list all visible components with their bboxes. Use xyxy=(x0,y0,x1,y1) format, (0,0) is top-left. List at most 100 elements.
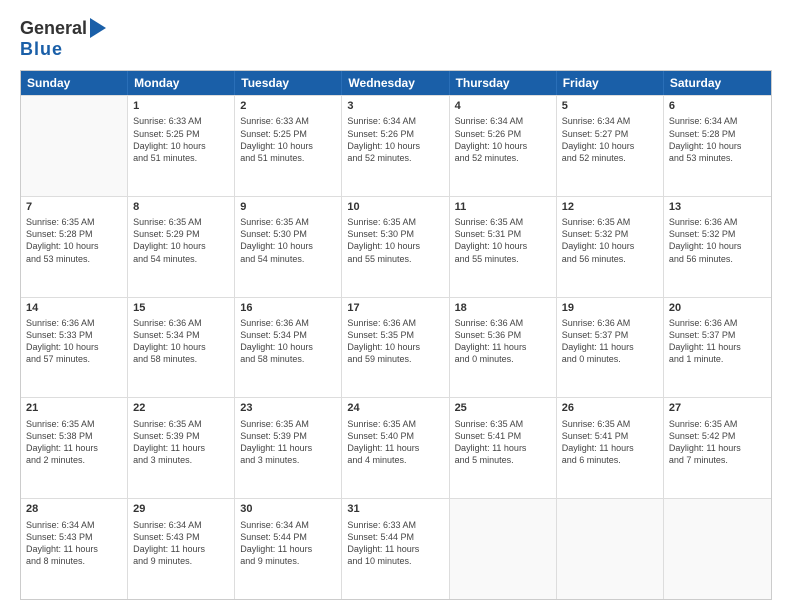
day-cell-22: 22Sunrise: 6:35 AMSunset: 5:39 PMDayligh… xyxy=(128,398,235,498)
day-info: Sunrise: 6:35 AMSunset: 5:28 PMDaylight:… xyxy=(26,216,122,265)
weekday-header-saturday: Saturday xyxy=(664,71,771,95)
day-cell-18: 18Sunrise: 6:36 AMSunset: 5:36 PMDayligh… xyxy=(450,298,557,398)
day-info: Sunrise: 6:35 AMSunset: 5:41 PMDaylight:… xyxy=(455,418,551,467)
weekday-header-wednesday: Wednesday xyxy=(342,71,449,95)
day-cell-10: 10Sunrise: 6:35 AMSunset: 5:30 PMDayligh… xyxy=(342,197,449,297)
day-number: 19 xyxy=(562,301,658,316)
day-cell-29: 29 Sunrise: 6:34 AMSunset: 5:43 PMDayligh… xyxy=(128,499,235,599)
day-cell-19: 19Sunrise: 6:36 AMSunset: 5:37 PMDayligh… xyxy=(557,298,664,398)
day-number: 25 xyxy=(455,401,551,416)
header: General Blue xyxy=(20,18,772,60)
day-number: 8 xyxy=(133,200,229,215)
calendar-row-4: 21 Sunrise: 6:35 AMSunset: 5:38 PMDayligh… xyxy=(21,397,771,498)
day-info: Sunrise: 6:34 AMSunset: 5:43 PMDaylight:… xyxy=(133,519,229,568)
day-info: Sunrise: 6:35 AMSunset: 5:32 PMDaylight:… xyxy=(562,216,658,265)
day-info: Sunrise: 6:36 AMSunset: 5:36 PMDaylight:… xyxy=(455,317,551,366)
day-number: 9 xyxy=(240,200,336,215)
empty-cell xyxy=(450,499,557,599)
day-number: 30 xyxy=(240,502,336,517)
day-number: 18 xyxy=(455,301,551,316)
day-number: 14 xyxy=(26,301,122,316)
day-info: Sunrise: 6:36 AMSunset: 5:32 PMDaylight:… xyxy=(669,216,766,265)
day-number: 31 xyxy=(347,502,443,517)
day-cell-26: 26 Sunrise: 6:35 AMSunset: 5:41 PMDayligh… xyxy=(557,398,664,498)
day-cell-11: 11Sunrise: 6:35 AMSunset: 5:31 PMDayligh… xyxy=(450,197,557,297)
day-info: Sunrise: 6:34 AMSunset: 5:26 PMDaylight:… xyxy=(455,115,551,164)
calendar: SundayMondayTuesdayWednesdayThursdayFrid… xyxy=(20,70,772,600)
day-number: 24 xyxy=(347,401,443,416)
day-info: Sunrise: 6:35 AMSunset: 5:41 PMDaylight:… xyxy=(562,418,658,467)
day-cell-13: 13Sunrise: 6:36 AMSunset: 5:32 PMDayligh… xyxy=(664,197,771,297)
day-info: Sunrise: 6:35 AMSunset: 5:39 PMDaylight:… xyxy=(133,418,229,467)
day-info: Sunrise: 6:35 AMSunset: 5:39 PMDaylight:… xyxy=(240,418,336,467)
empty-cell xyxy=(21,96,128,196)
day-cell-6: 6Sunrise: 6:34 AMSunset: 5:28 PMDaylight… xyxy=(664,96,771,196)
calendar-header: SundayMondayTuesdayWednesdayThursdayFrid… xyxy=(21,71,771,95)
day-info: Sunrise: 6:33 AMSunset: 5:25 PMDaylight:… xyxy=(240,115,336,164)
day-cell-7: 7Sunrise: 6:35 AMSunset: 5:28 PMDaylight… xyxy=(21,197,128,297)
day-cell-20: 20Sunrise: 6:36 AMSunset: 5:37 PMDayligh… xyxy=(664,298,771,398)
day-number: 15 xyxy=(133,301,229,316)
day-info: Sunrise: 6:35 AMSunset: 5:38 PMDaylight:… xyxy=(26,418,122,467)
weekday-header-friday: Friday xyxy=(557,71,664,95)
day-number: 6 xyxy=(669,99,766,114)
day-info: Sunrise: 6:35 AMSunset: 5:29 PMDaylight:… xyxy=(133,216,229,265)
day-number: 5 xyxy=(562,99,658,114)
day-cell-30: 30 Sunrise: 6:34 AMSunset: 5:44 PMDayligh… xyxy=(235,499,342,599)
day-cell-25: 25 Sunrise: 6:35 AMSunset: 5:41 PMDayligh… xyxy=(450,398,557,498)
day-number: 21 xyxy=(26,401,122,416)
day-number: 28 xyxy=(26,502,122,517)
day-cell-23: 23 Sunrise: 6:35 AMSunset: 5:39 PMDayligh… xyxy=(235,398,342,498)
weekday-header-sunday: Sunday xyxy=(21,71,128,95)
day-info: Sunrise: 6:34 AMSunset: 5:26 PMDaylight:… xyxy=(347,115,443,164)
day-cell-12: 12Sunrise: 6:35 AMSunset: 5:32 PMDayligh… xyxy=(557,197,664,297)
day-info: Sunrise: 6:34 AMSunset: 5:43 PMDaylight:… xyxy=(26,519,122,568)
day-cell-5: 5Sunrise: 6:34 AMSunset: 5:27 PMDaylight… xyxy=(557,96,664,196)
day-cell-31: 31 Sunrise: 6:33 AMSunset: 5:44 PMDayligh… xyxy=(342,499,449,599)
day-cell-24: 24 Sunrise: 6:35 AMSunset: 5:40 PMDayligh… xyxy=(342,398,449,498)
weekday-header-monday: Monday xyxy=(128,71,235,95)
day-number: 20 xyxy=(669,301,766,316)
day-number: 1 xyxy=(133,99,229,114)
day-number: 26 xyxy=(562,401,658,416)
day-number: 4 xyxy=(455,99,551,114)
day-info: Sunrise: 6:36 AMSunset: 5:35 PMDaylight:… xyxy=(347,317,443,366)
day-number: 29 xyxy=(133,502,229,517)
day-cell-27: 27 Sunrise: 6:35 AMSunset: 5:42 PMDayligh… xyxy=(664,398,771,498)
day-number: 3 xyxy=(347,99,443,114)
day-cell-9: 9Sunrise: 6:35 AMSunset: 5:30 PMDaylight… xyxy=(235,197,342,297)
day-number: 10 xyxy=(347,200,443,215)
day-cell-21: 21 Sunrise: 6:35 AMSunset: 5:38 PMDayligh… xyxy=(21,398,128,498)
day-number: 23 xyxy=(240,401,336,416)
weekday-header-thursday: Thursday xyxy=(450,71,557,95)
day-number: 27 xyxy=(669,401,766,416)
day-info: Sunrise: 6:34 AMSunset: 5:27 PMDaylight:… xyxy=(562,115,658,164)
day-info: Sunrise: 6:35 AMSunset: 5:30 PMDaylight:… xyxy=(347,216,443,265)
day-cell-14: 14Sunrise: 6:36 AMSunset: 5:33 PMDayligh… xyxy=(21,298,128,398)
day-cell-17: 17Sunrise: 6:36 AMSunset: 5:35 PMDayligh… xyxy=(342,298,449,398)
day-cell-15: 15Sunrise: 6:36 AMSunset: 5:34 PMDayligh… xyxy=(128,298,235,398)
day-cell-16: 16Sunrise: 6:36 AMSunset: 5:34 PMDayligh… xyxy=(235,298,342,398)
calendar-row-2: 7Sunrise: 6:35 AMSunset: 5:28 PMDaylight… xyxy=(21,196,771,297)
day-number: 17 xyxy=(347,301,443,316)
calendar-row-3: 14Sunrise: 6:36 AMSunset: 5:33 PMDayligh… xyxy=(21,297,771,398)
day-info: Sunrise: 6:35 AMSunset: 5:40 PMDaylight:… xyxy=(347,418,443,467)
day-info: Sunrise: 6:33 AMSunset: 5:44 PMDaylight:… xyxy=(347,519,443,568)
day-cell-28: 28 Sunrise: 6:34 AMSunset: 5:43 PMDayligh… xyxy=(21,499,128,599)
logo-general: General xyxy=(20,18,87,39)
day-number: 13 xyxy=(669,200,766,215)
day-info: Sunrise: 6:35 AMSunset: 5:42 PMDaylight:… xyxy=(669,418,766,467)
day-info: Sunrise: 6:35 AMSunset: 5:30 PMDaylight:… xyxy=(240,216,336,265)
day-info: Sunrise: 6:36 AMSunset: 5:33 PMDaylight:… xyxy=(26,317,122,366)
day-info: Sunrise: 6:33 AMSunset: 5:25 PMDaylight:… xyxy=(133,115,229,164)
calendar-row-1: 1Sunrise: 6:33 AMSunset: 5:25 PMDaylight… xyxy=(21,95,771,196)
day-cell-2: 2Sunrise: 6:33 AMSunset: 5:25 PMDaylight… xyxy=(235,96,342,196)
day-cell-3: 3Sunrise: 6:34 AMSunset: 5:26 PMDaylight… xyxy=(342,96,449,196)
day-cell-1: 1Sunrise: 6:33 AMSunset: 5:25 PMDaylight… xyxy=(128,96,235,196)
day-cell-8: 8Sunrise: 6:35 AMSunset: 5:29 PMDaylight… xyxy=(128,197,235,297)
day-info: Sunrise: 6:34 AMSunset: 5:44 PMDaylight:… xyxy=(240,519,336,568)
day-number: 7 xyxy=(26,200,122,215)
day-number: 12 xyxy=(562,200,658,215)
day-info: Sunrise: 6:36 AMSunset: 5:34 PMDaylight:… xyxy=(240,317,336,366)
weekday-header-tuesday: Tuesday xyxy=(235,71,342,95)
